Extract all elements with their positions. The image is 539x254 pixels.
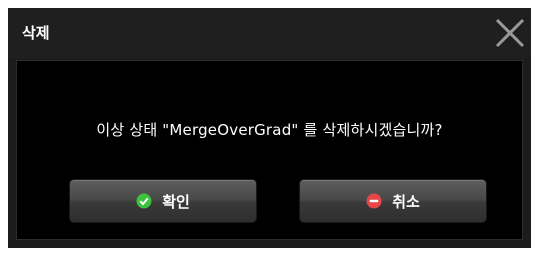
delete-dialog: 삭제 이상 상태 "MergeOverGrad" 를 삭제하시겠습니까? 확인 [8, 8, 531, 248]
close-icon [495, 18, 525, 48]
confirm-button-label: 확인 [162, 192, 190, 211]
confirm-message: 이상 상태 "MergeOverGrad" 를 삭제하시겠습니까? [96, 121, 443, 139]
close-button[interactable] [493, 16, 527, 50]
dialog-titlebar: 삭제 [8, 8, 531, 58]
check-circle-icon [136, 193, 152, 209]
confirm-button[interactable]: 확인 [69, 179, 257, 223]
dialog-content: 이상 상태 "MergeOverGrad" 를 삭제하시겠습니까? 확인 취소 [16, 60, 523, 240]
cancel-button-label: 취소 [392, 192, 420, 211]
minus-circle-icon [366, 193, 382, 209]
dialog-title: 삭제 [22, 24, 50, 42]
cancel-button[interactable]: 취소 [299, 179, 487, 223]
